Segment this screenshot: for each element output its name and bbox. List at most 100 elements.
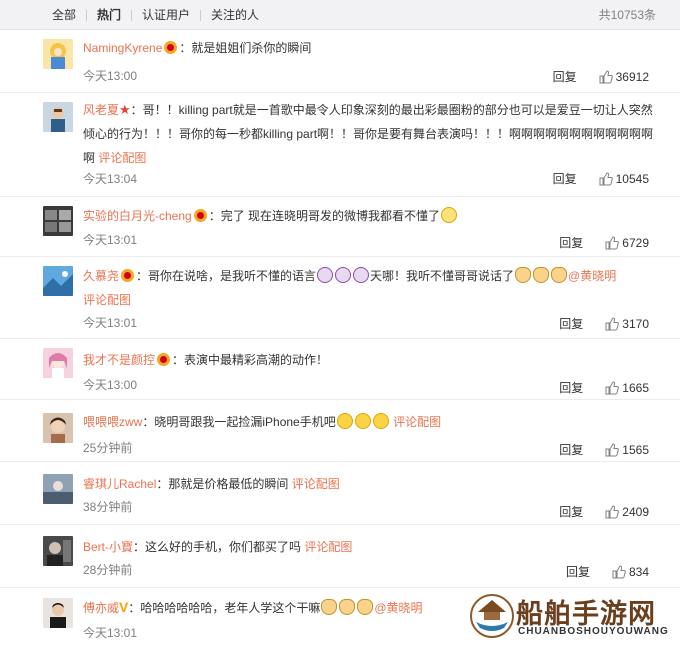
comment-username[interactable]: NamingKyrene — [83, 41, 162, 55]
like-button[interactable]: 10545 — [599, 172, 649, 186]
user-avatar[interactable] — [43, 474, 73, 504]
comment-image-link[interactable]: 评论配图 — [292, 477, 340, 491]
comment-username[interactable]: 风老夏 — [83, 103, 119, 117]
filter-verified-users[interactable]: 认证用户 — [132, 8, 200, 22]
like-count: 6729 — [622, 235, 649, 250]
thumbs-up-icon — [612, 564, 626, 578]
filter-following[interactable]: 关注的人 — [201, 8, 269, 22]
comment-username[interactable]: 我才不是颜控 — [83, 353, 155, 367]
like-button[interactable]: 1665 — [605, 381, 649, 395]
user-avatar[interactable] — [43, 598, 73, 628]
user-avatar[interactable] — [43, 348, 73, 378]
doge-emoji-icon — [321, 599, 338, 615]
thumbs-up-icon — [605, 504, 620, 518]
comment-content: 实验的白月光-cheng ：完了 现在连晓明哥发的微博我都看不懂了 — [83, 204, 658, 228]
doge-emoji-icon — [357, 599, 374, 615]
like-count: 2409 — [622, 504, 649, 519]
user-avatar[interactable] — [43, 206, 73, 236]
comment-image-link[interactable]: 评论配图 — [98, 151, 146, 165]
user-mention-link[interactable]: @黄晓明 — [374, 601, 422, 615]
doge-emoji-icon — [339, 599, 356, 615]
doge-emoji-icon — [533, 267, 550, 283]
comment-time: 28分钟前 — [83, 563, 133, 577]
vip-star-icon: ★ — [119, 102, 131, 117]
member-badge-icon — [121, 269, 135, 282]
verified-v-icon: V — [119, 599, 129, 615]
thumbs-up-icon — [605, 235, 620, 249]
comment-content: Bert-小寶：这么好的手机，你们都买了吗 评论配图 — [83, 535, 658, 559]
comment-actions: 回复 6729 — [559, 234, 649, 251]
user-avatar[interactable] — [43, 536, 73, 566]
comment-actions: 回复 3170 — [559, 315, 649, 332]
comment-item: NamingKyrene ：就是姐姐们杀你的瞬间 今天13:00 回复 36912 — [0, 30, 680, 93]
comment-text-continued: 天哪！我听不懂哥哥说话了 — [370, 269, 515, 283]
comment-content: 风老夏★：哥！！killing part就是一首歌中最令人印象深刻的最出彩最圈粉… — [83, 98, 658, 170]
reply-button[interactable]: 回复 — [559, 234, 583, 251]
thumbs-up-icon — [599, 69, 613, 83]
smile-emoji-icon — [354, 413, 371, 429]
comment-username[interactable]: 喂喂喂zww — [83, 415, 142, 429]
comment-filter-bar: 全部 热门 认证用户 关注的人 共10753条 — [0, 0, 680, 30]
comment-username[interactable]: 实验的白月光-cheng — [83, 209, 192, 223]
watermark-logo — [470, 594, 514, 638]
like-count: 36912 — [615, 69, 649, 84]
reply-button[interactable]: 回复 — [559, 441, 583, 458]
filter-hot[interactable]: 热门 — [87, 8, 131, 22]
user-avatar[interactable] — [43, 102, 73, 132]
reply-button[interactable]: 回复 — [553, 68, 577, 85]
comment-image-link[interactable]: 评论配图 — [83, 293, 131, 307]
comment-username[interactable]: Bert-小寶 — [83, 540, 133, 554]
mask-emoji-icon — [317, 267, 334, 283]
reply-button[interactable]: 回复 — [559, 379, 583, 396]
thumbs-up-icon — [599, 171, 613, 185]
thinking-emoji-icon — [441, 207, 458, 223]
comment-text: ：那就是价格最低的瞬间 — [156, 477, 289, 491]
comment-content: 我才不是颜控 ：表演中最精彩高潮的动作！ — [83, 348, 658, 372]
comment-image-link[interactable]: 评论配图 — [393, 415, 441, 429]
like-button[interactable]: 834 — [612, 565, 649, 579]
reply-button[interactable]: 回复 — [553, 170, 577, 187]
watermark-subtitle: CHUANBOSHOUYOUWANG — [518, 626, 669, 637]
smile-emoji-icon — [336, 413, 353, 429]
like-button[interactable]: 1565 — [605, 443, 649, 457]
like-button[interactable]: 3170 — [605, 317, 649, 331]
comment-actions: 回复 834 — [566, 563, 649, 580]
doge-emoji-icon — [515, 267, 532, 283]
comment-actions: 回复 10545 — [553, 170, 649, 187]
thumbs-up-icon — [605, 442, 620, 456]
comment-actions: 回复 1565 — [559, 441, 649, 458]
like-button[interactable]: 6729 — [605, 236, 649, 250]
comment-text: ：表演中最精彩高潮的动作！ — [172, 353, 329, 367]
comment-content: 睿琪儿Rachel：那就是价格最低的瞬间 评论配图 — [83, 472, 658, 496]
user-avatar[interactable] — [43, 39, 73, 69]
comment-username[interactable]: 久慕尧 — [83, 269, 119, 283]
comment-time: 38分钟前 — [83, 500, 133, 514]
like-button[interactable]: 36912 — [599, 70, 649, 84]
reply-button[interactable]: 回复 — [559, 503, 583, 520]
thumbs-up-icon — [605, 316, 620, 330]
filter-tabs: 全部 热门 认证用户 关注的人 — [52, 8, 269, 22]
comment-time: 25分钟前 — [83, 441, 133, 455]
comment-time: 今天13:04 — [83, 172, 138, 186]
reply-button[interactable]: 回复 — [566, 563, 590, 580]
comment-text: ：哥你在说啥，是我听不懂的语言 — [136, 269, 317, 283]
like-button[interactable]: 2409 — [605, 505, 649, 519]
comment-time: 今天13:01 — [83, 316, 138, 330]
comment-content: 久慕尧 ：哥你在说啥，是我听不懂的语言 天哪！我听不懂哥哥说话了 @黄晓明评论配图 — [83, 264, 658, 312]
comment-image-link[interactable]: 评论配图 — [304, 540, 352, 554]
comment-text: ：这么好的手机，你们都买了吗 — [133, 540, 302, 554]
comment-username[interactable]: 睿琪儿Rachel — [83, 477, 156, 491]
user-mention-link[interactable]: @黄晓明 — [568, 269, 616, 283]
like-count: 1565 — [622, 442, 649, 457]
reply-button[interactable]: 回复 — [559, 315, 583, 332]
user-avatar[interactable] — [43, 413, 73, 443]
site-watermark: 船舶手游网 CHUANBOSHOUYOUWANG — [470, 590, 680, 647]
like-count: 1665 — [622, 380, 649, 395]
user-avatar[interactable] — [43, 266, 73, 296]
comment-item: 久慕尧 ：哥你在说啥，是我听不懂的语言 天哪！我听不懂哥哥说话了 @黄晓明评论配图 今… — [0, 257, 680, 339]
comment-item: 风老夏★：哥！！killing part就是一首歌中最令人印象深刻的最出彩最圈粉… — [0, 93, 680, 197]
smile-emoji-icon — [372, 413, 389, 429]
filter-all[interactable]: 全部 — [52, 8, 86, 22]
comment-username[interactable]: 傅亦威 — [83, 601, 119, 615]
comment-content: NamingKyrene ：就是姐姐们杀你的瞬间 — [83, 36, 658, 60]
